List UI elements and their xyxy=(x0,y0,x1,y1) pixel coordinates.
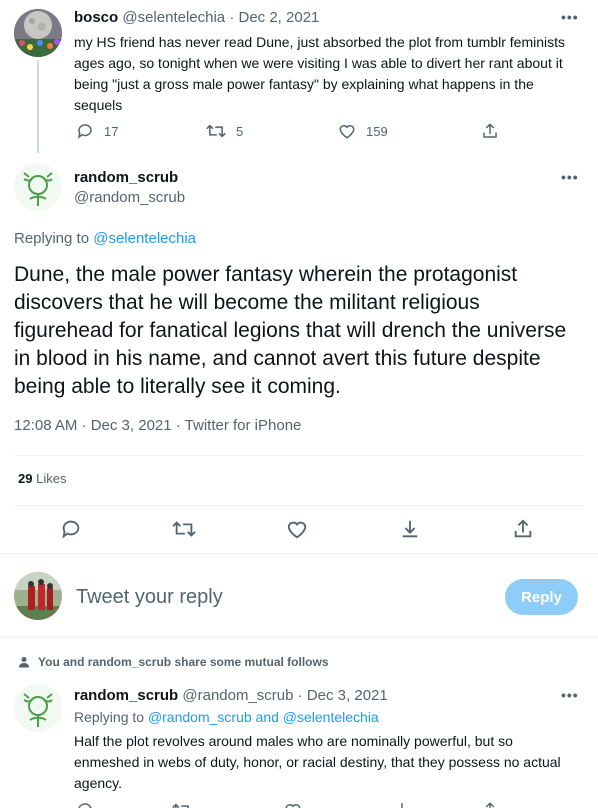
tweet1-like-action[interactable]: 159 xyxy=(338,122,388,140)
main-replying-line: Replying to @selentelechia xyxy=(14,230,196,247)
main-bookmark-download-icon[interactable] xyxy=(399,518,421,540)
avatar-random-scrub[interactable] xyxy=(14,684,62,732)
tweet3-replying-prefix: Replying to xyxy=(74,709,145,725)
tweet3-download-icon[interactable] xyxy=(393,801,411,808)
tweet3-replying-line: Replying to @random_scrub and @selentele… xyxy=(74,709,379,725)
reply-button[interactable]: Reply xyxy=(505,579,578,615)
main-share-icon[interactable] xyxy=(512,518,534,540)
tweet1-reply-count: 17 xyxy=(104,123,119,139)
tweet3-separator: · xyxy=(297,687,303,704)
tweet3-more-icon[interactable]: ••• xyxy=(561,687,579,703)
tweet3-header: random_scrub @random_scrub · Dec 3, 2021 xyxy=(74,687,388,704)
tweet1-separator: · xyxy=(229,9,235,26)
main-likes-label: Likes xyxy=(36,471,67,486)
divider xyxy=(14,505,584,506)
main-likes-stat[interactable]: 29 Likes xyxy=(18,471,66,486)
avatar-bosco[interactable] xyxy=(14,9,62,57)
heart-icon xyxy=(338,122,356,140)
tweet1-header: bosco @selentelechia · Dec 2, 2021 xyxy=(74,9,319,26)
tweet3-heart-icon[interactable] xyxy=(284,801,302,808)
main-retweet-icon[interactable] xyxy=(172,518,196,540)
main-replying-prefix: Replying to xyxy=(14,230,90,247)
tweet3-display-name[interactable]: random_scrub xyxy=(74,687,178,704)
tweet3-handle[interactable]: @random_scrub xyxy=(182,687,293,704)
tweet1-text: my HS friend has never read Dune, just a… xyxy=(74,34,565,113)
main-display-name[interactable]: random_scrub xyxy=(74,169,178,186)
main-heart-icon[interactable] xyxy=(286,518,308,540)
tweet3-replying-link[interactable]: @random_scrub and @selentelechia xyxy=(148,709,379,725)
tweet3-share-icon[interactable] xyxy=(481,801,499,808)
reply-input[interactable]: Tweet your reply xyxy=(76,586,486,609)
tweet1-share-icon[interactable] xyxy=(481,122,499,140)
tweet1-handle[interactable]: @selentelechia xyxy=(122,9,225,26)
main-reply-icon[interactable] xyxy=(60,518,82,540)
main-likes-count: 29 xyxy=(18,471,33,486)
retweet-icon xyxy=(206,122,226,140)
divider xyxy=(14,455,584,456)
avatar-random-scrub[interactable] xyxy=(14,163,62,211)
tweet1-like-count: 159 xyxy=(366,123,388,139)
reply-icon xyxy=(76,122,94,140)
thread-line xyxy=(37,60,39,153)
tweet3-reply-icon[interactable] xyxy=(76,801,94,808)
main-replying-link[interactable]: @selentelechia xyxy=(93,230,196,247)
mutual-follows-notice: You and random_scrub share some mutual f… xyxy=(38,655,329,669)
divider xyxy=(0,553,598,554)
tweet1-reply-action[interactable]: 17 xyxy=(76,122,118,140)
tweet1-retweet-action[interactable]: 5 xyxy=(206,122,243,140)
avatar-current-user[interactable] xyxy=(14,572,62,620)
tweet1-date[interactable]: Dec 2, 2021 xyxy=(239,9,320,26)
tweet1-retweet-count: 5 xyxy=(236,123,244,139)
main-more-icon[interactable]: ••• xyxy=(561,169,579,185)
tweet3-retweet-icon[interactable] xyxy=(172,801,192,808)
main-timestamp[interactable]: 12:08 AM · Dec 3, 2021 · Twitter for iPh… xyxy=(14,417,301,434)
main-handle[interactable]: @random_scrub xyxy=(74,189,185,206)
tweet1-display-name[interactable]: bosco xyxy=(74,9,118,26)
divider xyxy=(0,637,598,638)
tweet3-text: Half the plot revolves around males who … xyxy=(74,733,561,791)
tweet1-more-icon[interactable]: ••• xyxy=(561,9,579,25)
tweet3-date[interactable]: Dec 3, 2021 xyxy=(307,687,388,704)
person-icon xyxy=(18,656,30,668)
main-tweet-text: Dune, the male power fantasy wherein the… xyxy=(14,263,567,398)
